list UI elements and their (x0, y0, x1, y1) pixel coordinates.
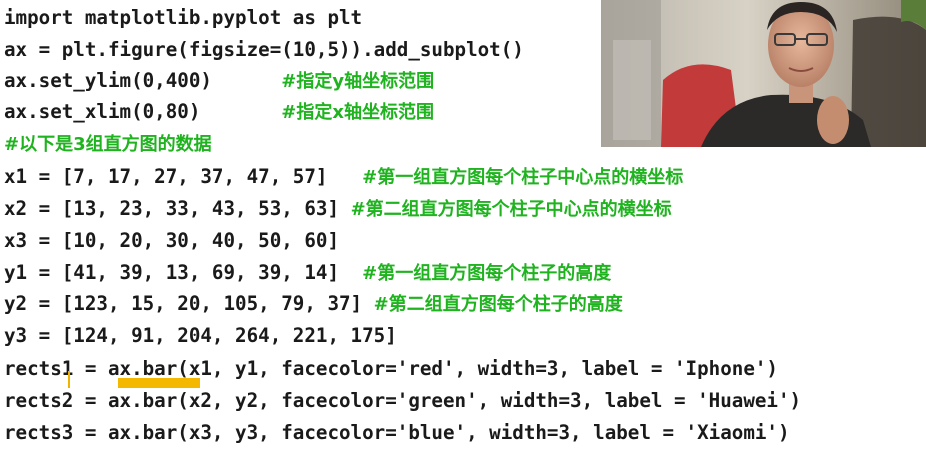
code-comment: #以下是3组直方图的数据 (4, 134, 212, 155)
code-text: ax.set_xlim(0,80) (4, 100, 282, 123)
code-comment: #指定y轴坐标范围 (281, 71, 435, 92)
code-comment: #第二组直方图每个柱子中心点的横坐标 (350, 199, 672, 220)
code-comment: #第一组直方图每个柱子中心点的横坐标 (362, 167, 684, 188)
code-line-8: x3 = [10, 20, 30, 40, 50, 60] (4, 226, 339, 255)
code-text: x2 = [13, 23, 33, 43, 53, 63] (4, 197, 351, 220)
code-line-5: #以下是3组直方图的数据 (4, 129, 212, 158)
code-text: ax.set_ylim(0,400) (4, 69, 282, 92)
code-text: rects3 = ax.bar(x3, y3, facecolor='blue'… (4, 421, 790, 444)
code-line-14: rects3 = ax.bar(x3, y3, facecolor='blue'… (4, 418, 790, 447)
highlight-underline (118, 378, 200, 388)
code-line-9: y1 = [41, 39, 13, 69, 39, 14] #第一组直方图每个柱… (4, 258, 611, 287)
code-text: y3 = [124, 91, 204, 264, 221, 175] (4, 324, 397, 347)
code-text: ax = plt.figure(figsize=(10,5)).add_subp… (4, 38, 524, 61)
code-line-4: ax.set_xlim(0,80) #指定x轴坐标范围 (4, 97, 434, 126)
code-line-6: x1 = [7, 17, 27, 37, 47, 57] #第一组直方图每个柱子… (4, 162, 683, 191)
text-cursor (68, 371, 70, 388)
code-line-1: import matplotlib.pyplot as plt (4, 3, 362, 32)
code-line-13: rects2 = ax.bar(x2, y2, facecolor='green… (4, 386, 801, 415)
code-text: y1 = [41, 39, 13, 69, 39, 14] (4, 261, 363, 284)
code-line-7: x2 = [13, 23, 33, 43, 53, 63] #第二组直方图每个柱… (4, 194, 672, 223)
code-comment: #第二组直方图每个柱子的高度 (373, 294, 623, 315)
webcam-overlay (601, 0, 926, 147)
code-text: x1 = [7, 17, 27, 37, 47, 57] (4, 165, 363, 188)
code-line-11: y3 = [124, 91, 204, 264, 221, 175] (4, 321, 397, 350)
code-text: import matplotlib.pyplot as plt (4, 6, 363, 29)
code-comment: #第一组直方图每个柱子的高度 (362, 263, 612, 284)
code-text: x3 = [10, 20, 30, 40, 50, 60] (4, 229, 340, 252)
code-line-10: y2 = [123, 15, 20, 105, 79, 37] #第二组直方图每… (4, 289, 623, 318)
code-line-2: ax = plt.figure(figsize=(10,5)).add_subp… (4, 35, 524, 64)
presenter-video (601, 0, 926, 147)
code-comment: #指定x轴坐标范围 (281, 102, 434, 123)
code-text: rects1 = ax.bar(x1, y1, facecolor='red',… (4, 357, 778, 380)
code-text: rects2 = ax.bar(x2, y2, facecolor='green… (4, 389, 802, 412)
code-text: y2 = [123, 15, 20, 105, 79, 37] (4, 292, 374, 315)
code-line-3: ax.set_ylim(0,400) #指定y轴坐标范围 (4, 66, 434, 95)
